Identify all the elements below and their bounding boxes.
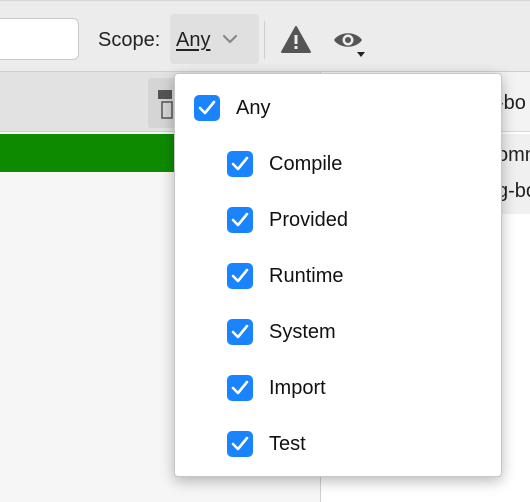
- eye-icon: [334, 33, 365, 57]
- scope-option-import[interactable]: Import: [227, 372, 326, 404]
- checkbox-checked[interactable]: [227, 431, 253, 457]
- checkmark-icon: [231, 324, 249, 339]
- checkmark-icon: [231, 268, 249, 283]
- option-label: System: [269, 320, 336, 343]
- scope-select[interactable]: Any: [170, 14, 259, 64]
- option-label: Import: [269, 376, 326, 399]
- scope-option-system[interactable]: System: [227, 316, 336, 348]
- toolbar-divider: [264, 21, 265, 59]
- chevron-down-icon: [222, 34, 238, 44]
- scope-option-provided[interactable]: Provided: [227, 204, 348, 236]
- visibility-button[interactable]: [332, 27, 368, 59]
- option-label: Compile: [269, 152, 343, 175]
- checkmark-icon: [231, 156, 249, 171]
- checkmark-icon: [231, 380, 249, 395]
- scope-option-any[interactable]: Any: [194, 92, 270, 124]
- option-label: Runtime: [269, 264, 344, 287]
- option-label: Any: [236, 96, 271, 119]
- checkmark-icon: [231, 212, 249, 227]
- checkbox-checked[interactable]: [227, 207, 253, 233]
- app-window: -bo omm g-bo Scope: Any: [0, 0, 530, 502]
- checkmark-icon: [198, 100, 216, 115]
- checkbox-checked[interactable]: [194, 95, 220, 121]
- option-label: Provided: [269, 208, 348, 231]
- option-label: Test: [269, 432, 306, 455]
- checkbox-checked[interactable]: [227, 375, 253, 401]
- scope-label: Scope:: [98, 29, 161, 51]
- scope-dropdown-menu: Any Compile Provided Runtime System Impo…: [174, 73, 502, 477]
- checkbox-checked[interactable]: [227, 151, 253, 177]
- scope-option-compile[interactable]: Compile: [227, 148, 342, 180]
- search-input[interactable]: [0, 18, 79, 60]
- checkbox-checked[interactable]: [227, 319, 253, 345]
- checkbox-checked[interactable]: [227, 263, 253, 289]
- toolbar: Scope: Any: [0, 0, 530, 72]
- warning-button[interactable]: [280, 25, 312, 55]
- scope-option-runtime[interactable]: Runtime: [227, 260, 343, 292]
- checkmark-icon: [231, 436, 249, 451]
- scope-option-test[interactable]: Test: [227, 428, 306, 460]
- scope-value: Any: [176, 29, 211, 51]
- warning-icon: [281, 26, 311, 53]
